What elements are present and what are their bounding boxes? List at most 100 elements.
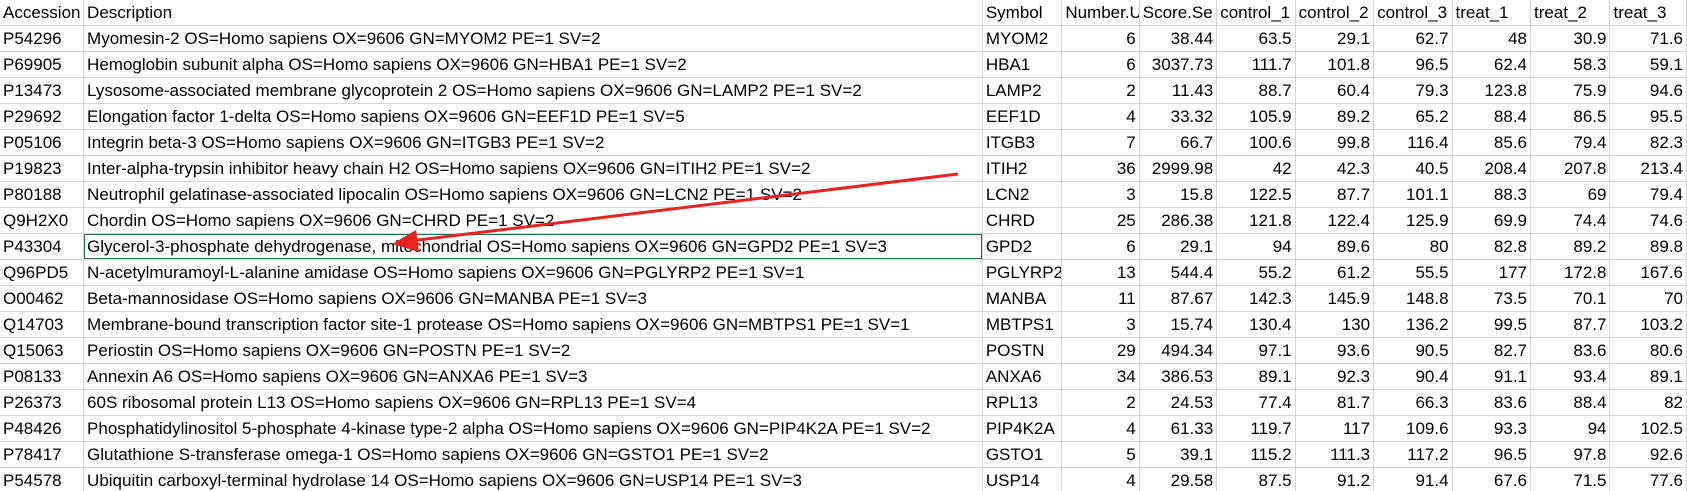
cell-symbol[interactable]: GSTO1 bbox=[982, 441, 1063, 468]
cell-score[interactable]: 87.67 bbox=[1139, 285, 1218, 312]
cell-number[interactable]: 3 bbox=[1061, 311, 1140, 338]
cell-treat-2[interactable]: 75.9 bbox=[1530, 77, 1611, 104]
cell-treat-1[interactable]: 123.8 bbox=[1452, 77, 1532, 104]
cell-score[interactable]: 66.7 bbox=[1139, 129, 1218, 156]
cell-control-3[interactable]: 40.5 bbox=[1373, 155, 1453, 182]
cell-description[interactable]: Ubiquitin carboxyl-terminal hydrolase 14… bbox=[83, 467, 983, 491]
cell-accession[interactable]: P19823 bbox=[0, 155, 85, 182]
cell-control-3[interactable]: 55.5 bbox=[1373, 259, 1453, 286]
cell-number[interactable]: 7 bbox=[1061, 129, 1140, 156]
cell-treat-2[interactable]: 83.6 bbox=[1530, 337, 1611, 364]
cell-symbol[interactable]: MANBA bbox=[982, 285, 1063, 312]
cell-description[interactable]: Elongation factor 1-delta OS=Homo sapien… bbox=[83, 103, 983, 130]
cell-treat-2[interactable]: 58.3 bbox=[1530, 51, 1611, 78]
cell-accession[interactable]: Q9H2X0 bbox=[0, 207, 85, 234]
cell-symbol[interactable]: EEF1D bbox=[982, 103, 1063, 130]
cell-control-2[interactable]: 42.3 bbox=[1295, 155, 1375, 182]
cell-control-1[interactable]: 55.2 bbox=[1216, 259, 1296, 286]
cell-treat-3[interactable]: 167.6 bbox=[1609, 259, 1687, 286]
cell-score[interactable]: 3037.73 bbox=[1139, 51, 1218, 78]
cell-accession[interactable]: Q14703 bbox=[0, 311, 85, 338]
cell-control-3[interactable]: 125.9 bbox=[1373, 207, 1453, 234]
cell-treat-1[interactable]: 48 bbox=[1452, 25, 1532, 52]
cell-control-1[interactable]: 100.6 bbox=[1216, 129, 1296, 156]
cell-description[interactable]: Integrin beta-3 OS=Homo sapiens OX=9606 … bbox=[83, 129, 983, 156]
cell-description[interactable]: Phosphatidylinositol 5-phosphate 4-kinas… bbox=[83, 415, 983, 442]
cell-control-1[interactable]: 88.7 bbox=[1216, 77, 1296, 104]
cell-score[interactable]: 544.4 bbox=[1139, 259, 1218, 286]
cell-control-3[interactable]: 117.2 bbox=[1373, 441, 1453, 468]
cell-number[interactable]: 5 bbox=[1061, 441, 1140, 468]
cell-symbol[interactable]: LAMP2 bbox=[982, 77, 1063, 104]
cell-treat-3[interactable]: 79.4 bbox=[1609, 181, 1687, 208]
column-header-control-1[interactable]: control_1 bbox=[1216, 0, 1296, 26]
cell-symbol[interactable]: HBA1 bbox=[982, 51, 1063, 78]
cell-control-2[interactable]: 145.9 bbox=[1295, 285, 1375, 312]
cell-control-3[interactable]: 90.4 bbox=[1373, 363, 1453, 390]
cell-description[interactable]: N-acetylmuramoyl-L-alanine amidase OS=Ho… bbox=[83, 259, 983, 286]
cell-control-1[interactable]: 111.7 bbox=[1216, 51, 1296, 78]
cell-accession[interactable]: Q15063 bbox=[0, 337, 85, 364]
cell-treat-1[interactable]: 96.5 bbox=[1452, 441, 1532, 468]
cell-treat-3[interactable]: 103.2 bbox=[1609, 311, 1687, 338]
cell-accession[interactable]: P69905 bbox=[0, 51, 85, 78]
cell-control-1[interactable]: 89.1 bbox=[1216, 363, 1296, 390]
cell-control-3[interactable]: 96.5 bbox=[1373, 51, 1453, 78]
cell-score[interactable]: 61.33 bbox=[1139, 415, 1218, 442]
cell-accession[interactable]: P80188 bbox=[0, 181, 85, 208]
cell-symbol[interactable]: MBTPS1 bbox=[982, 311, 1063, 338]
cell-treat-1[interactable]: 82.7 bbox=[1452, 337, 1532, 364]
cell-control-1[interactable]: 77.4 bbox=[1216, 389, 1296, 416]
cell-control-2[interactable]: 60.4 bbox=[1295, 77, 1375, 104]
cell-accession[interactable]: P08133 bbox=[0, 363, 85, 390]
column-header-number[interactable]: Number.U bbox=[1061, 0, 1140, 26]
cell-treat-1[interactable]: 83.6 bbox=[1452, 389, 1532, 416]
cell-control-2[interactable]: 89.2 bbox=[1295, 103, 1375, 130]
cell-accession[interactable]: P78417 bbox=[0, 441, 85, 468]
cell-control-3[interactable]: 80 bbox=[1373, 233, 1453, 260]
cell-treat-2[interactable]: 71.5 bbox=[1530, 467, 1611, 491]
cell-score[interactable]: 29.1 bbox=[1139, 233, 1218, 260]
cell-description[interactable]: Beta-mannosidase OS=Homo sapiens OX=9606… bbox=[83, 285, 983, 312]
cell-control-2[interactable]: 93.6 bbox=[1295, 337, 1375, 364]
cell-number[interactable]: 34 bbox=[1061, 363, 1140, 390]
cell-symbol[interactable]: USP14 bbox=[982, 467, 1063, 491]
cell-control-1[interactable]: 105.9 bbox=[1216, 103, 1296, 130]
cell-control-3[interactable]: 62.7 bbox=[1373, 25, 1453, 52]
cell-treat-2[interactable]: 93.4 bbox=[1530, 363, 1611, 390]
cell-description[interactable]: Chordin OS=Homo sapiens OX=9606 GN=CHRD … bbox=[83, 207, 983, 234]
cell-description[interactable]: Neutrophil gelatinase-associated lipocal… bbox=[83, 181, 983, 208]
cell-treat-3[interactable]: 89.1 bbox=[1609, 363, 1687, 390]
cell-control-1[interactable]: 87.5 bbox=[1216, 467, 1296, 491]
cell-control-3[interactable]: 116.4 bbox=[1373, 129, 1453, 156]
cell-description[interactable]: Periostin OS=Homo sapiens OX=9606 GN=POS… bbox=[83, 337, 983, 364]
column-header-description[interactable]: Description bbox=[83, 0, 983, 26]
cell-control-2[interactable]: 81.7 bbox=[1295, 389, 1375, 416]
cell-accession[interactable]: O00462 bbox=[0, 285, 85, 312]
cell-accession[interactable]: P43304 bbox=[0, 233, 85, 260]
cell-treat-1[interactable]: 73.5 bbox=[1452, 285, 1532, 312]
cell-description[interactable]: Glutathione S-transferase omega-1 OS=Hom… bbox=[83, 441, 983, 468]
cell-control-1[interactable]: 119.7 bbox=[1216, 415, 1296, 442]
cell-treat-1[interactable]: 85.6 bbox=[1452, 129, 1532, 156]
cell-score[interactable]: 24.53 bbox=[1139, 389, 1218, 416]
cell-treat-2[interactable]: 30.9 bbox=[1530, 25, 1611, 52]
cell-score[interactable]: 386.53 bbox=[1139, 363, 1218, 390]
cell-symbol[interactable]: LCN2 bbox=[982, 181, 1063, 208]
cell-number[interactable]: 4 bbox=[1061, 467, 1140, 491]
cell-treat-2[interactable]: 89.2 bbox=[1530, 233, 1611, 260]
cell-number[interactable]: 6 bbox=[1061, 233, 1140, 260]
cell-control-1[interactable]: 97.1 bbox=[1216, 337, 1296, 364]
cell-accession[interactable]: P13473 bbox=[0, 77, 85, 104]
cell-symbol[interactable]: ITIH2 bbox=[982, 155, 1063, 182]
cell-number[interactable]: 6 bbox=[1061, 25, 1140, 52]
cell-control-2[interactable]: 91.2 bbox=[1295, 467, 1375, 491]
cell-control-3[interactable]: 65.2 bbox=[1373, 103, 1453, 130]
cell-control-3[interactable]: 101.1 bbox=[1373, 181, 1453, 208]
cell-description[interactable]: Myomesin-2 OS=Homo sapiens OX=9606 GN=MY… bbox=[83, 25, 983, 52]
cell-treat-2[interactable]: 207.8 bbox=[1530, 155, 1611, 182]
column-header-control-2[interactable]: control_2 bbox=[1295, 0, 1375, 26]
cell-treat-1[interactable]: 82.8 bbox=[1452, 233, 1532, 260]
cell-control-1[interactable]: 63.5 bbox=[1216, 25, 1296, 52]
cell-control-1[interactable]: 130.4 bbox=[1216, 311, 1296, 338]
